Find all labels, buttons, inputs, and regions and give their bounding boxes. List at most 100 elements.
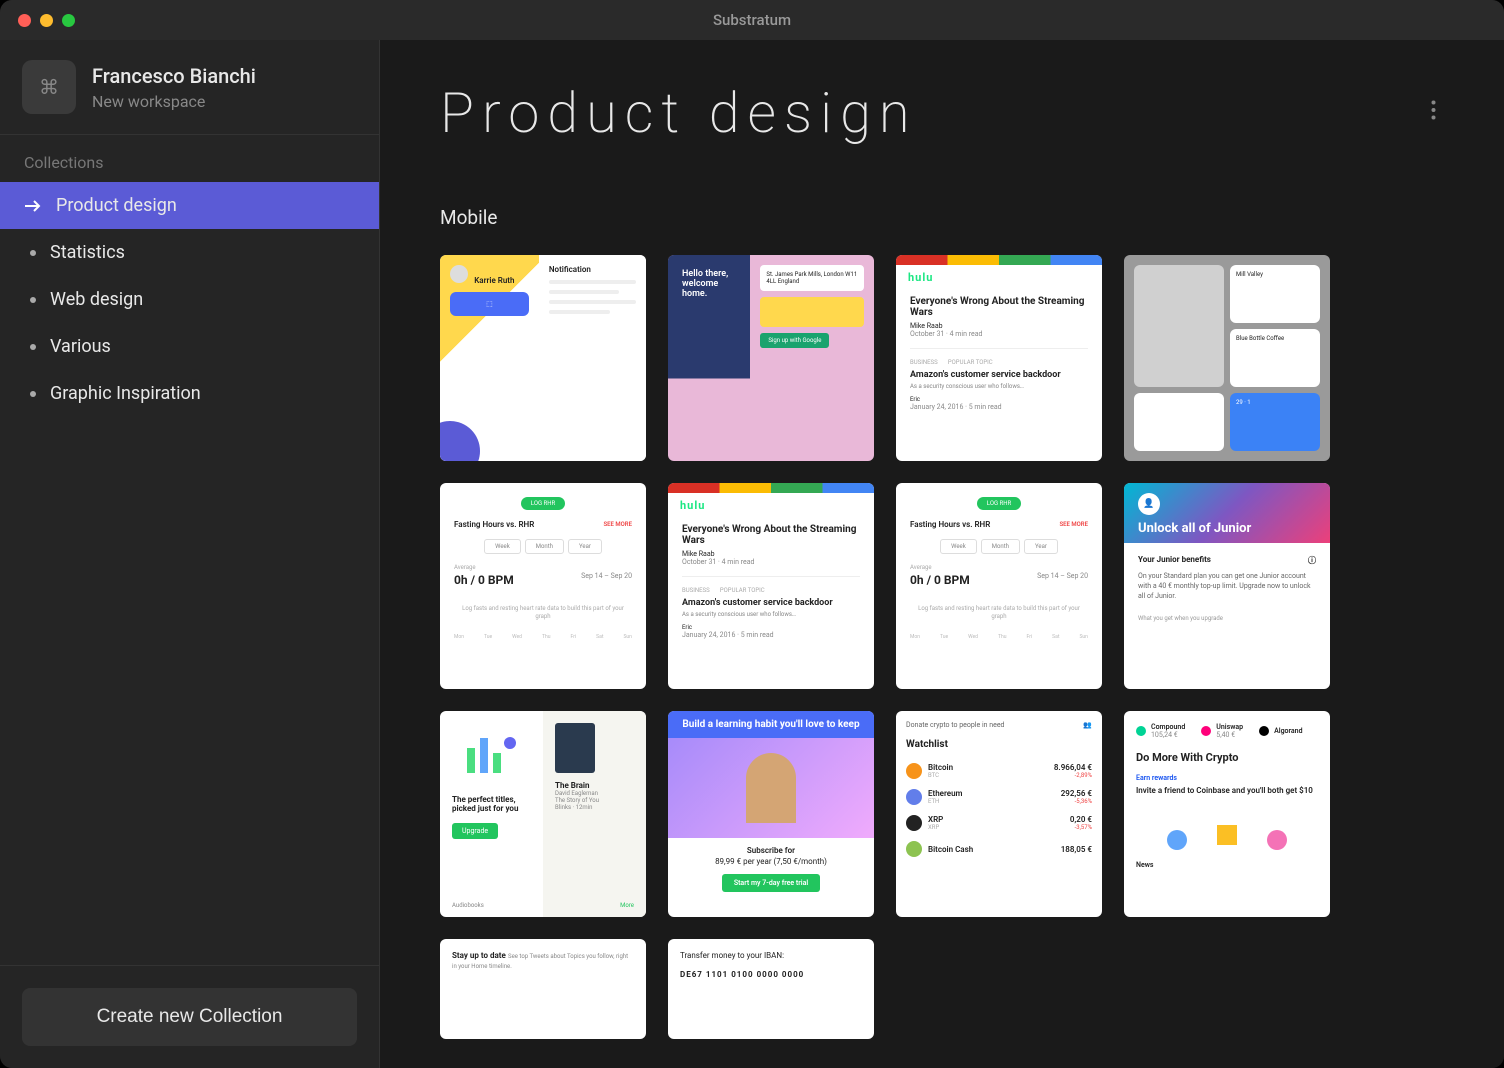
card-text: October 31 · 4 min read [682,558,860,566]
day-label: Thu [542,634,551,640]
bullet-icon [30,250,36,256]
pill-badge: LOG RHR [977,497,1021,510]
sidebar-item-graphic-inspiration[interactable]: Graphic Inspiration [0,370,379,417]
card-text: Karrie Ruth [474,276,514,285]
card-text: welcome home. [682,279,736,299]
illustration [1136,805,1318,855]
coin-name: Compound [1151,723,1185,731]
user-name: Francesco Bianchi [92,64,256,88]
card-link: More [620,902,634,909]
widget-tile: Mill Valley [1230,265,1320,323]
workspace-switcher[interactable]: ⌘ Francesco Bianchi New workspace [0,40,379,135]
room-image [1134,265,1224,387]
coin-name: Ethereum [928,789,963,798]
crypto-row: Bitcoin Cash188,05 € [906,836,1092,862]
coin-price: 188,05 € [1061,845,1092,854]
day-label: Sat [596,634,603,640]
card-text: January 24, 2016 · 5 min read [910,403,1088,411]
thumbnail-card[interactable]: Hello there, welcome home. St. James Par… [668,255,874,461]
thumbnail-card[interactable]: Stay up to date See top Tweets about Top… [440,939,646,1039]
card-text: Transfer money to your IBAN: [680,951,862,960]
card-text: The perfect titles, picked just for you [452,795,531,813]
sidebar-item-web-design[interactable]: Web design [0,276,379,323]
hero-image [668,738,874,838]
thumbnail-card[interactable]: Compound105,24 €Uniswap5,40 €Algorand Do… [1124,711,1330,917]
sidebar-item-various[interactable]: Various [0,323,379,370]
minimize-window-icon[interactable] [40,14,53,27]
coin-symbol: XRP [928,824,943,831]
app-window: Substratum ⌘ Francesco Bianchi New works… [0,0,1504,1068]
coin-value: 105,24 € [1151,731,1185,739]
coin-symbol: ETH [928,798,963,805]
thumbnail-card[interactable]: Transfer money to your IBAN: DE67 1101 0… [668,939,874,1039]
card-text: Log fasts and resting heart rate data to… [910,605,1088,622]
coin-price: 292,56 € [1061,789,1092,798]
day-label: Mon [910,634,920,640]
dots-vertical-icon [1431,100,1436,120]
window-title: Substratum [713,11,791,29]
tab: Month [525,539,564,554]
create-collection-button[interactable]: Create new Collection [22,988,357,1046]
coin-dot-icon [1259,726,1269,736]
card-text: Everyone's Wrong About the Streaming War… [682,524,860,546]
card-text: DE67 1101 0100 0000 0000 [680,970,862,979]
card-text: Mike Raab [682,550,860,558]
maximize-window-icon[interactable] [62,14,75,27]
thumbnail-card[interactable]: Build a learning habit you'll love to ke… [668,711,874,917]
thumbnail-card[interactable]: The perfect titles, picked just for you … [440,711,646,917]
sidebar-item-product-design[interactable]: Product design [0,182,379,229]
tab: Year [1024,539,1058,554]
tab: Week [940,539,977,554]
thumbnail-card[interactable]: hulu Everyone's Wrong About the Streamin… [668,483,874,689]
illustration [760,297,864,327]
color-bar [668,483,874,493]
close-window-icon[interactable] [18,14,31,27]
card-text: Fasting Hours vs. RHR [454,520,534,529]
card-text: Popular topic [948,359,993,366]
coin-change: -2,89% [1054,772,1092,779]
widget-tile [1134,393,1224,451]
placeholder-line [549,280,636,284]
coin-icon [906,841,922,857]
card-button: Sign up with Google [760,333,829,348]
book-cover [555,723,595,773]
sidebar-item-label: Graphic Inspiration [50,383,201,404]
day-label: Fri [571,634,577,640]
thumbnail-card[interactable]: Donate crypto to people in need 👥 Watchl… [896,711,1102,917]
day-label: Fri [1027,634,1033,640]
titlebar: Substratum [0,0,1504,40]
card-text: January 24, 2016 · 5 min read [682,631,860,639]
collections-nav: Product design Statistics Web design Var… [0,182,379,417]
placeholder-line [549,300,636,304]
card-text: Hello there, [682,269,736,279]
more-options-button[interactable] [1423,91,1444,135]
people-icon: 👥 [1083,721,1092,729]
card-text: Audiobooks [452,902,484,909]
day-label: Tue [940,634,948,640]
card-text: BUSINESS [910,359,938,366]
card-text: Sep 14 – Sep 20 [1037,572,1088,580]
coin-name: Bitcoin [928,763,953,772]
card-text: Average [454,564,514,571]
coin-name: Algorand [1274,727,1302,735]
thumbnail-card[interactable]: LOG RHR Fasting Hours vs. RHR SEE MORE W… [896,483,1102,689]
coin-icon [906,815,922,831]
card-text: Log fasts and resting heart rate data to… [454,605,632,622]
thumbnail-card[interactable]: Mill Valley Blue Bottle Coffee 29 · 1 [1124,255,1330,461]
thumbnail-card[interactable]: hulu Everyone's Wrong About the Streamin… [896,255,1102,461]
thumbnail-card[interactable]: LOG RHR Fasting Hours vs. RHR SEE MORE W… [440,483,646,689]
thumbnail-card[interactable]: Karrie Ruth ⬚ Notification [440,255,646,461]
avatar-icon [450,265,468,283]
card-text: October 31 · 4 min read [910,330,1088,338]
thumbnail-card[interactable]: 👤 Unlock all of Junior Your Junior benef… [1124,483,1330,689]
card-text: Fasting Hours vs. RHR [910,520,990,529]
coin-pill: Compound105,24 € [1136,723,1185,739]
card-text: Popular topic [720,587,765,594]
sidebar-item-label: Statistics [50,242,125,263]
card-text: Amazon's customer service backdoor [682,598,860,608]
section-label: Mobile [440,206,1444,229]
sidebar-item-statistics[interactable]: Statistics [0,229,379,276]
sidebar: ⌘ Francesco Bianchi New workspace Collec… [0,40,380,1068]
workspace-subtitle: New workspace [92,92,256,111]
hulu-logo: hulu [896,265,1102,290]
